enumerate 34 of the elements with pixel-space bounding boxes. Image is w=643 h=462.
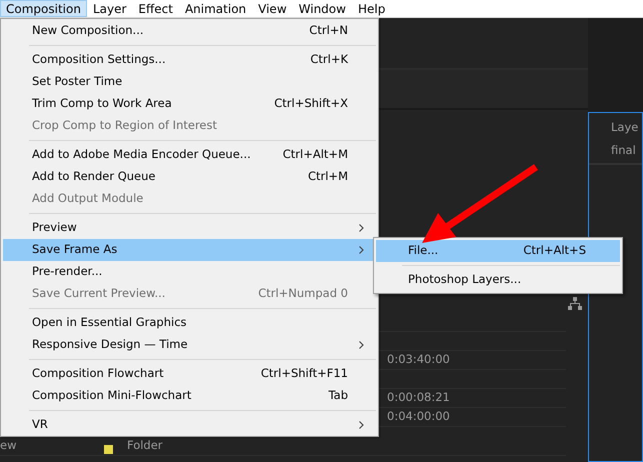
menu-bar-item[interactable]: Layer [86, 0, 132, 17]
menu-item[interactable]: Preview [3, 217, 376, 239]
item-type: Folder [127, 436, 163, 454]
duration-text: 0:04:00:00 [387, 408, 450, 426]
menu-bar-item[interactable]: Effect [132, 0, 179, 17]
duration-text: 0:00:08:21 [387, 389, 450, 406]
menu-item[interactable]: Set Poster Time [3, 71, 376, 93]
menu-item[interactable]: New Composition... Ctrl+N [3, 20, 376, 42]
menu-item[interactable]: File... Ctrl+Alt+S [376, 240, 620, 262]
menu-bar-item[interactable]: Help [352, 0, 392, 17]
menu-bar-item[interactable]: View [252, 0, 293, 17]
menu-item[interactable]: Responsive Design — Time [3, 334, 376, 356]
column-header: Laye [611, 119, 640, 136]
menu-item: Crop Comp to Region of Interest [31, 117, 218, 134]
menu-bar-item[interactable]: Composition [0, 0, 87, 17]
flowchart-icon[interactable] [568, 296, 582, 310]
menu-item[interactable]: Composition Flowchart Ctrl+Shift+F11 [3, 363, 376, 385]
menu-item[interactable]: Composition Settings... Ctrl+K [3, 49, 376, 71]
menu-bar-item[interactable]: Animation [178, 0, 252, 17]
menu-item[interactable]: Open in Essential Graphics [3, 312, 376, 334]
layer-name: final [611, 142, 637, 160]
menu-item[interactable]: Add to Adobe Media Encoder Queue... Ctrl+Alt+M [3, 144, 376, 166]
duration-text: 0:03:40:00 [387, 351, 450, 368]
menu-item[interactable]: Save Frame As [3, 239, 376, 261]
menu-item: Add Output Module [31, 190, 144, 208]
menu-item: Save Current Preview... Ctrl+Numpad 0 [31, 285, 349, 302]
menu-item[interactable]: Add to Render Queue Ctrl+M [3, 166, 376, 188]
menu-item[interactable]: Pre-render... [3, 261, 376, 283]
menu-item[interactable]: VR [3, 414, 376, 436]
menu-bar-item[interactable]: Window [292, 0, 352, 17]
menu-item[interactable]: Composition Mini-Flowchart Tab [3, 385, 376, 407]
item-name: ew [0, 436, 18, 454]
menu-item[interactable]: Photoshop Layers... [376, 269, 620, 291]
menu-item[interactable]: Trim Comp to Work Area Ctrl+Shift+X [3, 93, 376, 115]
